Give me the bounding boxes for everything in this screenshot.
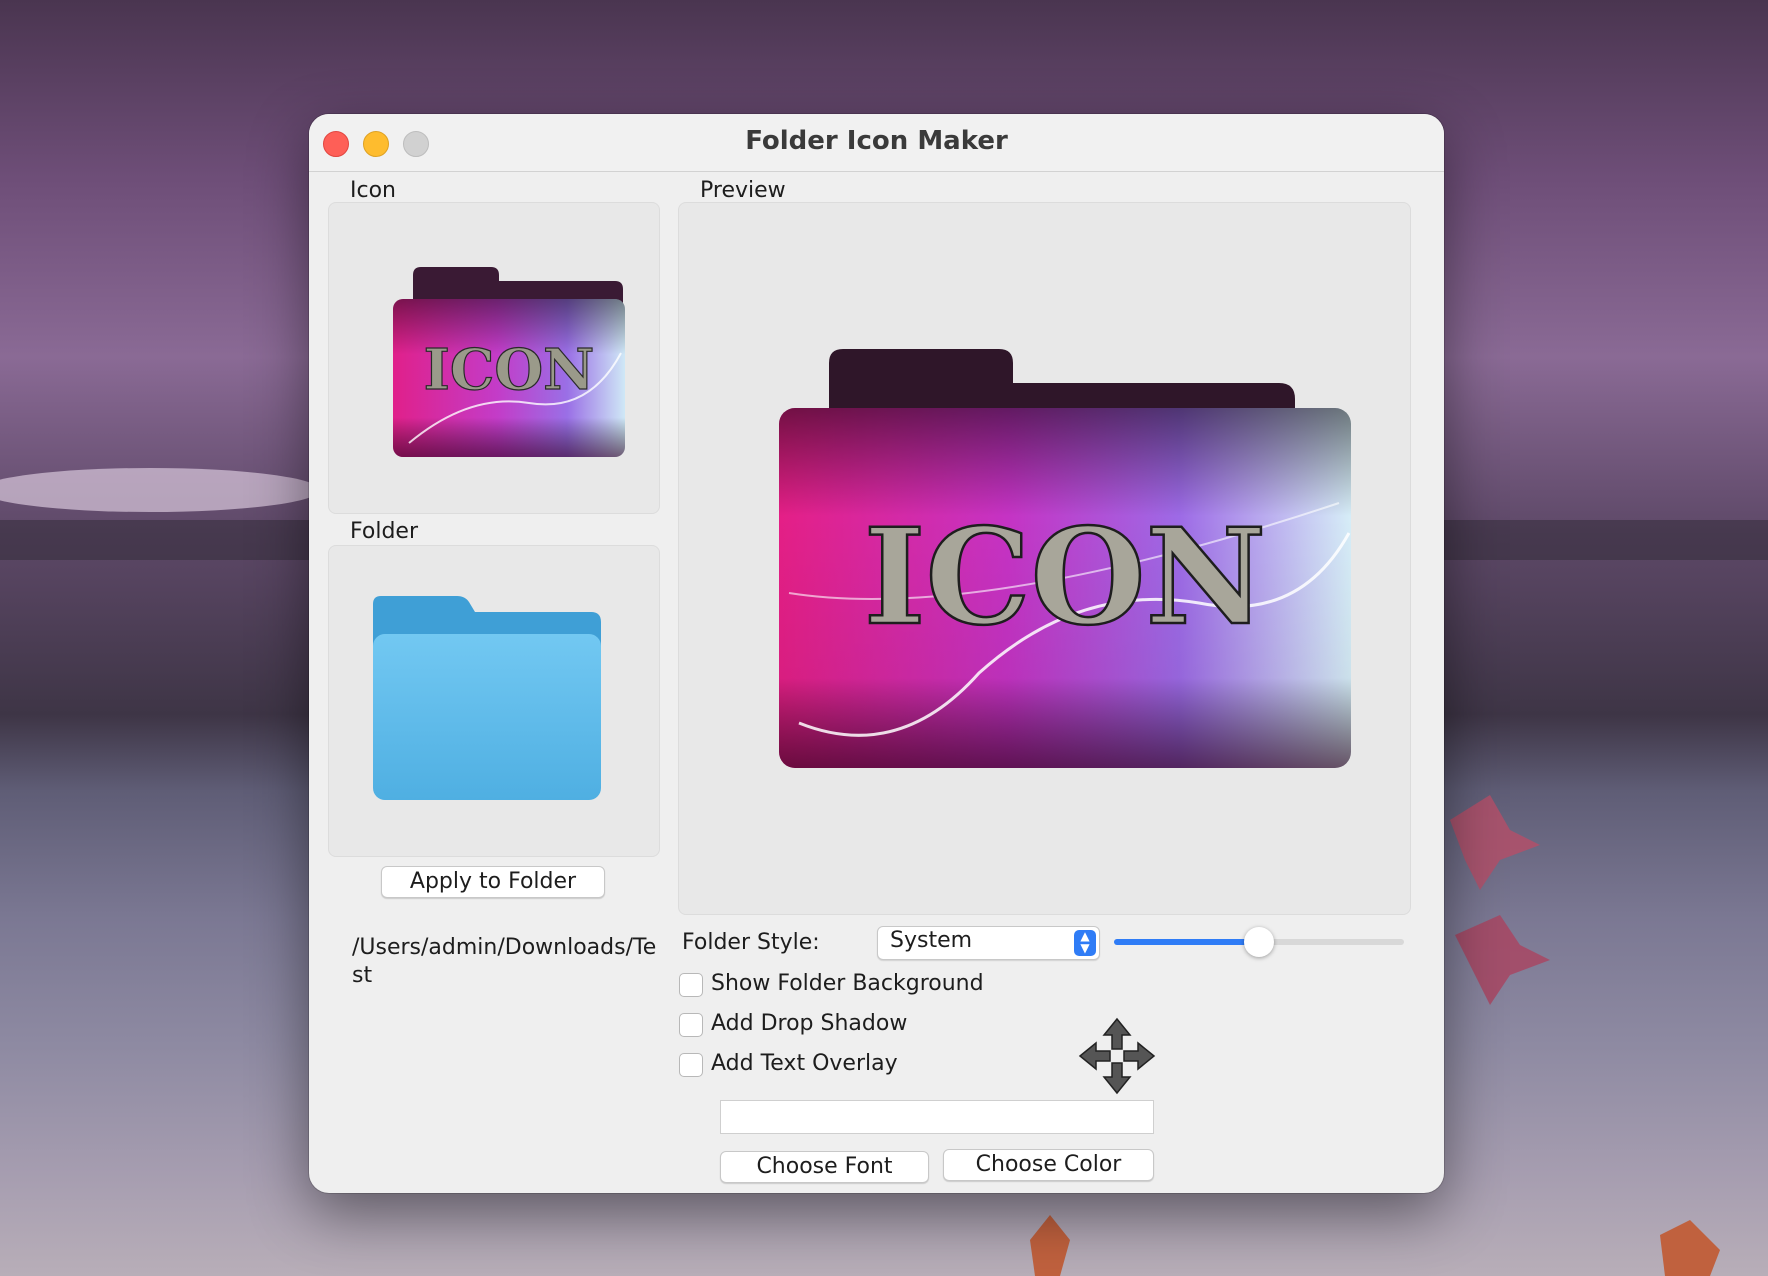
app-window: Folder Icon Maker Icon ICON Folder Apply…	[309, 114, 1444, 1193]
icon-well[interactable]: ICON	[328, 202, 660, 514]
icon-overlay-text: ICON	[424, 337, 595, 403]
preview-folder-icon: ICON	[779, 349, 1351, 768]
folder-path: /Users/admin/Downloads/Test	[352, 935, 657, 988]
size-slider[interactable]	[1114, 927, 1404, 957]
checkbox-box[interactable]	[679, 973, 703, 997]
choose-font-button[interactable]: Choose Font	[720, 1151, 929, 1183]
folder-style-value: System	[890, 928, 973, 953]
folder-well[interactable]	[328, 545, 660, 857]
slider-fill	[1114, 939, 1259, 945]
window-title: Folder Icon Maker	[745, 126, 1008, 156]
text-overlay-input[interactable]	[720, 1100, 1154, 1134]
preview-overlay-text: ICON	[864, 500, 1266, 655]
folder-label: Folder	[350, 519, 418, 544]
title-bar: Folder Icon Maker	[309, 114, 1444, 172]
checkbox-label: Add Text Overlay	[711, 1051, 898, 1076]
apply-to-folder-button[interactable]: Apply to Folder	[381, 866, 605, 898]
preview-well: ICON	[678, 202, 1411, 915]
checkbox-label: Add Drop Shadow	[711, 1011, 908, 1036]
checkbox-box[interactable]	[679, 1053, 703, 1077]
preview-label: Preview	[700, 178, 786, 203]
choose-color-button[interactable]: Choose Color	[943, 1149, 1154, 1181]
chevron-updown-icon: ▲ ▼	[1074, 930, 1096, 956]
folder-icon	[373, 596, 601, 800]
folder-style-label: Folder Style:	[682, 930, 820, 955]
slider-knob[interactable]	[1244, 927, 1274, 957]
icon-label: Icon	[350, 178, 396, 203]
folder-style-select[interactable]: System ▲ ▼	[877, 926, 1100, 960]
move-arrows-icon[interactable]	[1078, 1017, 1156, 1095]
checkbox-box[interactable]	[679, 1013, 703, 1037]
custom-folder-icon: ICON	[393, 267, 625, 457]
checkbox-label: Show Folder Background	[711, 971, 984, 996]
